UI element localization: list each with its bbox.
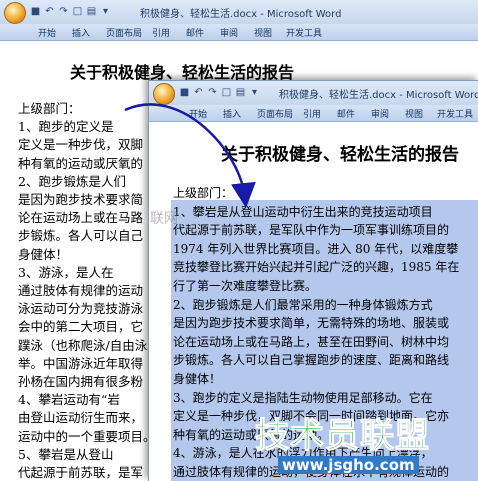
document-line: 论在运动场上或在马路: [18, 210, 144, 226]
window-title: 积极健身、轻松生活.docx - Microsoft Word: [140, 9, 342, 20]
document-line: 是因为跑步技术要求简: [18, 192, 144, 207]
office-button[interactable]: [4, 2, 26, 24]
redo-icon[interactable]: ↷: [58, 6, 69, 17]
watermark-faint-text: 联网: [150, 211, 178, 227]
tab-mailings[interactable]: 邮件: [337, 107, 355, 120]
tab-developer[interactable]: 开发工具: [286, 26, 322, 39]
tab-review[interactable]: 审阅: [220, 26, 238, 39]
document-line: 举。中国游泳近年取得: [18, 355, 144, 371]
watermark-url: www.jsgho.com: [278, 456, 419, 474]
window-title: 积极健身、轻松生活.docx - Microsoft Word: [279, 90, 478, 101]
document-line: 2、跑步锻炼是人们最常采用的一种身体锻炼方式: [173, 297, 433, 312]
new-doc-icon[interactable]: □: [72, 6, 83, 17]
document-line: 1974 年列入世界比赛项目。进入 80 年代，以难度攀: [173, 241, 459, 256]
save-icon[interactable]: ■: [179, 87, 190, 98]
document-line: 蹼泳（也称爬泳/自由泳: [18, 337, 148, 353]
tab-page-layout[interactable]: 页面布局: [106, 26, 142, 39]
document-line: 运动中的一个重要项目。: [18, 428, 156, 444]
quick-access-toolbar: ■ ↶ ↷ □ ▤ ▾: [179, 87, 260, 98]
office-button[interactable]: [153, 83, 175, 105]
document-line: 身健体！: [18, 246, 69, 262]
document-line: 孙杨在国内拥有很多粉: [18, 374, 144, 389]
tab-references[interactable]: 引用: [303, 107, 321, 120]
document-line: 种有氧的运动或厌氧的: [18, 155, 144, 171]
document-line: 上级部门：: [173, 186, 234, 200]
document-line: 步锻炼。各人可以自己: [18, 228, 144, 244]
save-icon[interactable]: ■: [30, 6, 41, 17]
document-line: 代起源于前苏联，是军队中作为一项军事训练项目的: [173, 223, 450, 238]
document-line: 是因为跑步技术要求简单，无需特殊的场地、服装或: [173, 316, 450, 331]
tab-home[interactable]: 开始: [38, 26, 56, 39]
tab-home[interactable]: 开始: [189, 107, 207, 120]
tab-insert[interactable]: 插入: [72, 26, 90, 39]
document-line: 身健体！: [173, 372, 222, 386]
document-line: 上级部门：: [18, 101, 81, 116]
document-line: 会中的第二大项目，它: [18, 319, 144, 335]
undo-icon[interactable]: ↶: [44, 6, 55, 17]
document-line: 定义是一种步伐，双脚: [18, 137, 144, 153]
customize-toolbar-icon[interactable]: ▾: [249, 87, 260, 98]
document-line: 1、跑步的定义是: [18, 119, 114, 135]
watermark-logo: 技术员联盟: [255, 416, 430, 457]
customize-toolbar-icon[interactable]: ▾: [100, 6, 111, 17]
document-line: 1、攀岩是从登山运动中衍生出来的竞技运动项目: [173, 204, 433, 219]
tab-page-layout[interactable]: 页面布局: [257, 107, 293, 120]
document-line: 由登山运动衍生而来，: [18, 410, 144, 426]
print-preview-icon[interactable]: ▤: [235, 87, 246, 98]
title-bar: ■ ↶ ↷ □ ▤ ▾ 积极健身、轻松生活.docx - Microsoft W…: [0, 0, 478, 24]
document-line: 通过肢体有规律的运动: [18, 283, 144, 298]
redo-icon[interactable]: ↷: [207, 87, 218, 98]
document-line: 4、攀岩运动有“岩: [18, 392, 120, 408]
print-preview-icon[interactable]: ▤: [86, 6, 97, 17]
new-doc-icon[interactable]: □: [221, 87, 232, 98]
tab-insert[interactable]: 插入: [223, 107, 241, 120]
ribbon-tabs: 开始 插入 页面布局 引用 邮件 审阅 视图 开发工具: [0, 24, 478, 41]
document-line: 3、跑步的定义是指陆生动物使用足部移动。它在: [173, 390, 433, 405]
tab-developer[interactable]: 开发工具: [437, 107, 473, 120]
document-line: 3、游泳，是人在: [18, 264, 114, 280]
undo-icon[interactable]: ↶: [193, 87, 204, 98]
quick-access-toolbar: ■ ↶ ↷ □ ▤ ▾: [30, 6, 111, 17]
document-line: 泳运动可分为竞技游泳: [18, 301, 144, 317]
tab-review[interactable]: 审阅: [371, 107, 389, 120]
document-line: 代起源于前苏联，是军: [18, 465, 144, 480]
ribbon-tabs: 开始 插入 页面布局 引用 邮件 审阅 视图 开发工具: [149, 105, 478, 122]
document-title: 关于积极健身、轻松生活的报告: [221, 145, 459, 165]
document-line: 论在运动场上或在马路上，甚至在田野间、树林中均: [173, 334, 450, 349]
tab-view[interactable]: 视图: [254, 26, 272, 39]
document-line: 2、跑步锻炼是人们: [18, 173, 126, 189]
tab-references[interactable]: 引用: [152, 26, 170, 39]
title-bar: ■ ↶ ↷ □ ▤ ▾ 积极健身、轻松生活.docx - Microsoft W…: [149, 81, 478, 105]
document-line: 竞技攀登比赛开始兴起并引起广泛的兴趣，1985 年在: [173, 260, 460, 275]
tab-mailings[interactable]: 邮件: [186, 26, 204, 39]
tab-view[interactable]: 视图: [405, 107, 423, 120]
document-line: 步锻炼。各人可以自己掌握跑步的速度、距离和路线: [173, 353, 450, 368]
document-line: 行了第一次难度攀登比赛。: [173, 279, 318, 293]
document-line: 5、攀岩是从登山: [18, 446, 114, 462]
